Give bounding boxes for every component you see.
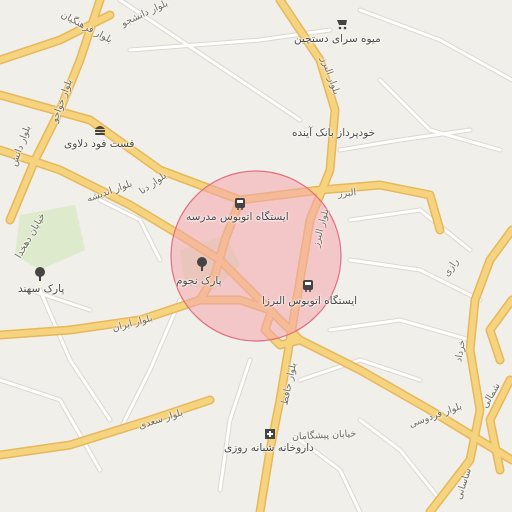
pharmacy-icon[interactable] (262, 426, 278, 442)
poi-label-bus-station-alborza[interactable]: ایستگاه اتوبوس البرزا (262, 295, 357, 307)
poi-label-park-sahand[interactable]: پارک سهند (18, 283, 64, 295)
poi-label-fastfood[interactable]: فست فود دلاوی (64, 138, 134, 150)
poi-label-fruit-market[interactable]: میوه سرای دستچین (294, 33, 381, 45)
poi-label-park-nojoom[interactable]: پارک نجوم (176, 275, 222, 287)
tree-icon[interactable] (194, 256, 210, 272)
shopping-cart-icon[interactable] (334, 16, 350, 32)
poi-label-bus-station-madreseh[interactable]: ایستگاه اتوبوس مدرسه (186, 211, 289, 223)
burger-icon[interactable] (92, 122, 108, 138)
bus-icon[interactable] (232, 196, 248, 212)
poi-label-pharmacy[interactable]: داروخانه شبانه روزی (224, 442, 314, 454)
map-canvas (0, 0, 512, 512)
map-view[interactable]: بلوار فرهنگیان بلوار دانشجو بلوار خواجو … (0, 0, 512, 512)
street-label-alborz-h: البرز (337, 187, 357, 200)
bus-icon[interactable] (300, 278, 316, 294)
tree-icon[interactable] (32, 266, 48, 282)
poi-label-atm[interactable]: خودپرداز بانک آینده (292, 127, 375, 139)
